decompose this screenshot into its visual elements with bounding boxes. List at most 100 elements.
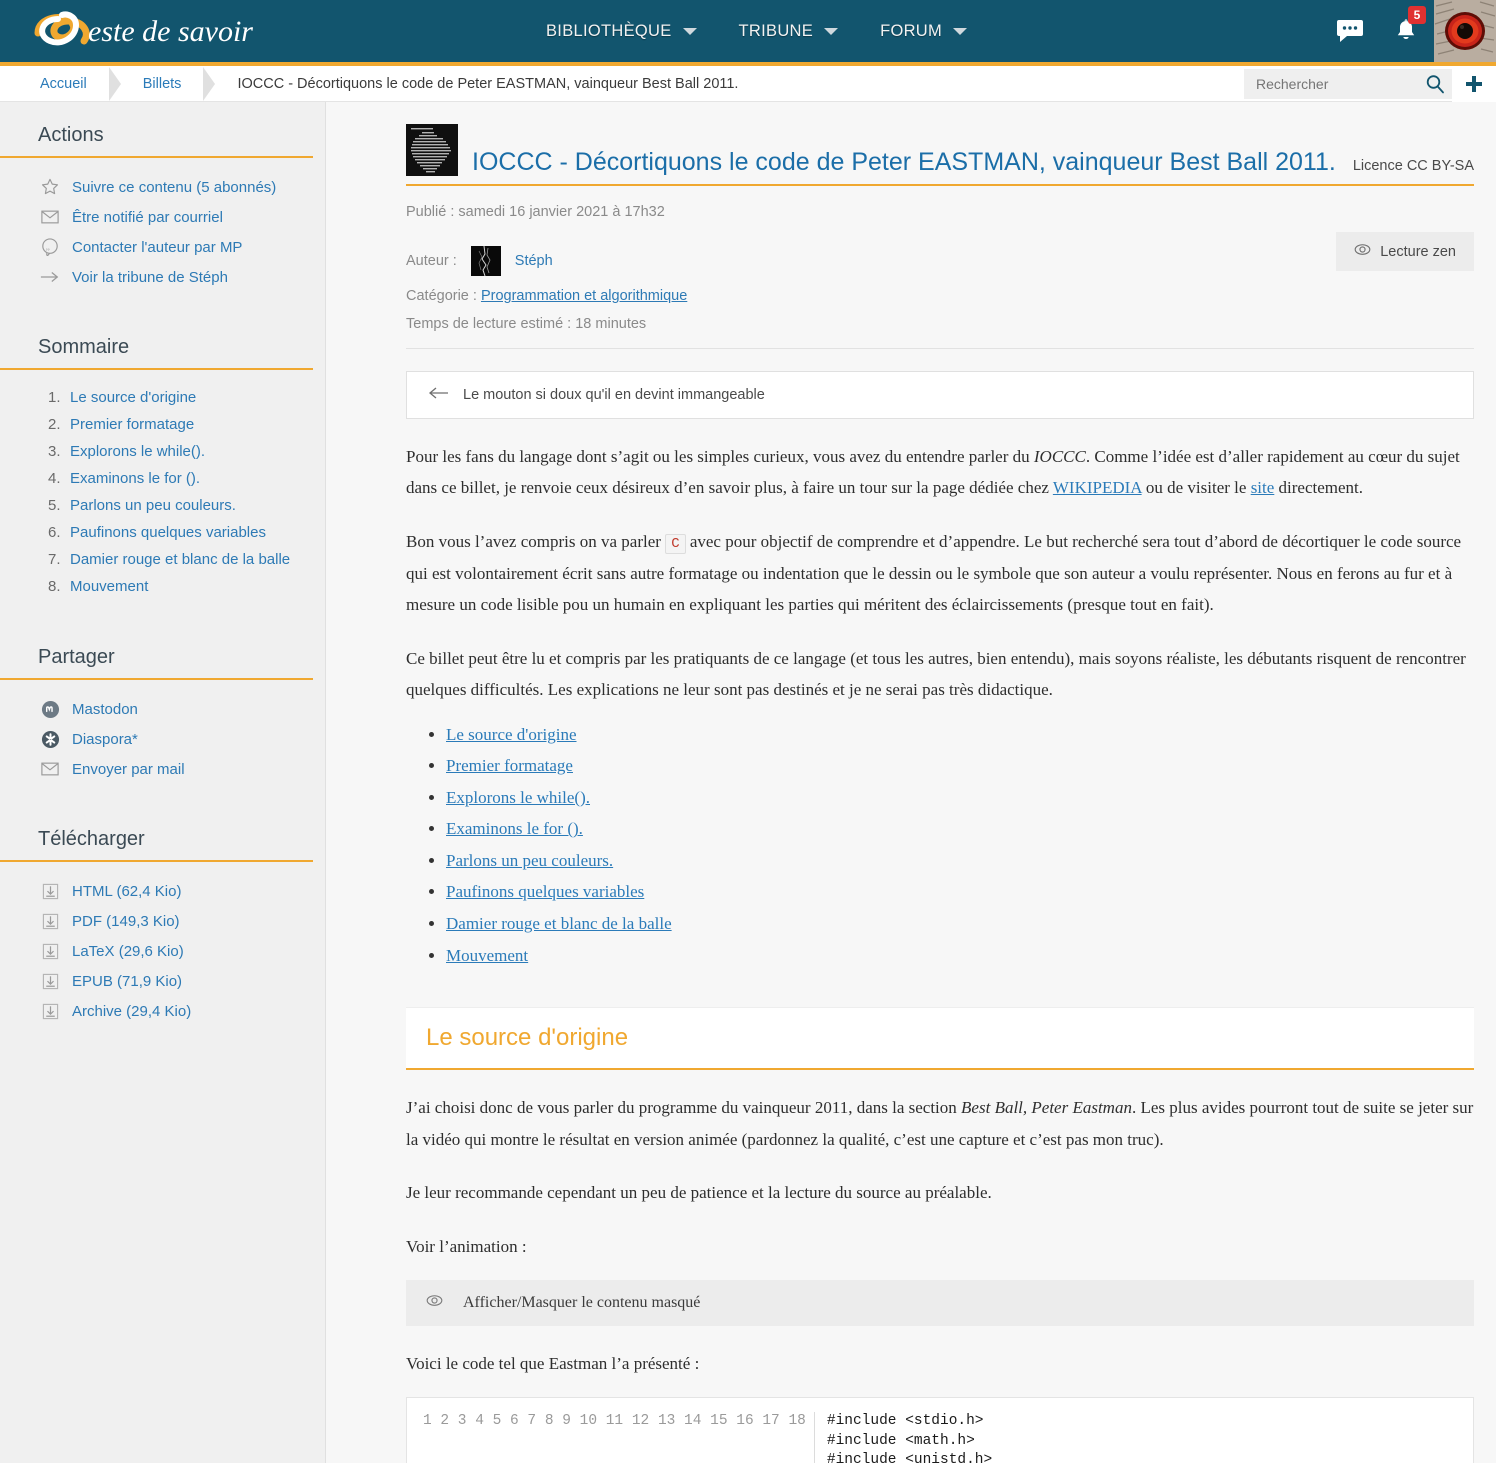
star-icon: [40, 177, 60, 197]
zen-reading-button[interactable]: Lecture zen: [1336, 232, 1474, 271]
sidebar-item-diaspora[interactable]: Diaspora*: [0, 724, 325, 754]
sidebar-item-label: Diaspora*: [72, 730, 138, 748]
toc-link[interactable]: Parlons un peu couleurs.: [446, 851, 613, 870]
summary-item[interactable]: Paufinons quelques variables: [0, 519, 325, 546]
search-area: [1244, 66, 1496, 102]
sidebar-summary-list: Le source d'origine Premier formatage Ex…: [0, 370, 325, 624]
sidebar-item-suivre[interactable]: Suivre ce contenu (5 abonnés): [0, 172, 325, 202]
toc-link[interactable]: Le source d'origine: [446, 725, 577, 744]
toc-link[interactable]: Mouvement: [446, 946, 528, 965]
add-content-button[interactable]: [1452, 66, 1496, 102]
summary-item[interactable]: Premier formatage: [0, 411, 325, 438]
avatar[interactable]: [1434, 0, 1496, 62]
intro-paragraph-1: Pour les fans du langage dont s’agit ou …: [406, 441, 1474, 504]
summary-item-label: Le source d'origine: [70, 389, 197, 406]
previous-article-link[interactable]: Le mouton si doux qu'il en devint immang…: [406, 371, 1474, 419]
text-run: directement.: [1274, 478, 1364, 498]
meta-divider: [406, 348, 1474, 349]
sidebar-item-download-archive[interactable]: Archive (29,4 Kio): [0, 996, 325, 1026]
spoiler-toggle[interactable]: Afficher/Masquer le contenu masqué: [406, 1280, 1474, 1327]
main-navigation: BIBLIOTHÈQUE TRIBUNE FORUM: [546, 0, 968, 62]
sidebar-item-download-epub[interactable]: EPUB (71,9 Kio): [0, 966, 325, 996]
summary-item[interactable]: Damier rouge et blanc de la balle: [0, 546, 325, 573]
toc-link[interactable]: Damier rouge et blanc de la balle: [446, 914, 672, 933]
sidebar-item-label: PDF (149,3 Kio): [72, 912, 180, 930]
summary-item[interactable]: Explorons le while().: [0, 438, 325, 465]
page-title: IOCCC - Décortiquons le code de Peter EA…: [472, 147, 1336, 176]
toc-item: Explorons le while().: [446, 783, 1474, 814]
user-avatar-image: [1434, 0, 1496, 62]
reading-time: Temps de lecture estimé : 18 minutes: [406, 316, 647, 332]
eye-icon: [1354, 243, 1371, 260]
breadcrumb-item-accueil[interactable]: Accueil: [18, 76, 109, 92]
author-avatar[interactable]: [470, 246, 501, 276]
article-header: IOCCC - Décortiquons le code de Peter EA…: [406, 124, 1474, 186]
summary-item-label: Parlons un peu couleurs.: [70, 497, 236, 514]
envelope-icon: [40, 207, 60, 227]
breadcrumb-separator-icon: [108, 66, 121, 101]
header-icon-group: 5: [1322, 0, 1496, 62]
sidebar-item-label: Archive (29,4 Kio): [72, 1002, 192, 1020]
toc-item: Premier formatage: [446, 751, 1474, 782]
section1-paragraph-1: J’ai choisi donc de vous parler du progr…: [406, 1092, 1474, 1155]
toc-link[interactable]: Examinons le for ().: [446, 819, 583, 838]
summary-item-label: Examinons le for ().: [70, 470, 201, 487]
page-layout: Actions Suivre ce contenu (5 abonnés) Êt…: [0, 102, 1496, 1463]
toc-link[interactable]: Explorons le while().: [446, 788, 590, 807]
download-icon: [40, 971, 60, 991]
toc-item: Paufinons quelques variables: [446, 877, 1474, 908]
search-button[interactable]: [1420, 70, 1450, 98]
summary-item[interactable]: Parlons un peu couleurs.: [0, 492, 325, 519]
nav-item-forum[interactable]: FORUM: [880, 22, 968, 41]
sidebar-item-voir-tribune[interactable]: Voir la tribune de Stéph: [0, 262, 325, 292]
messages-button[interactable]: [1322, 0, 1378, 62]
summary-item-label: Paufinons quelques variables: [70, 524, 266, 541]
zen-reading-label: Lecture zen: [1380, 243, 1456, 260]
sidebar-section-title-telecharger: Télécharger: [0, 806, 313, 862]
sidebar-item-contacter-mp[interactable]: ,, Contacter l'auteur par MP: [0, 232, 325, 262]
code-block: 1 2 3 4 5 6 7 8 9 10 11 12 13 14 15 16 1…: [406, 1397, 1474, 1463]
site-logo[interactable]: este de savoir: [28, 6, 278, 56]
author-label: Auteur :: [406, 253, 457, 269]
nav-item-tribune[interactable]: TRIBUNE: [739, 22, 839, 41]
category-label: Catégorie :: [406, 288, 477, 304]
sidebar-item-label: Mastodon: [72, 700, 138, 718]
summary-item[interactable]: Examinons le for ().: [0, 465, 325, 492]
eye-icon: [426, 1294, 443, 1312]
toc-item: Examinons le for ().: [446, 814, 1474, 845]
text-em: Best Ball, Peter Eastman: [961, 1098, 1132, 1118]
article-toc-list: Le source d'origine Premier formatage Ex…: [406, 720, 1474, 972]
sidebar-item-envoyer-mail[interactable]: Envoyer par mail: [0, 754, 325, 784]
summary-item-label: Premier formatage: [70, 416, 195, 433]
wikipedia-link[interactable]: WIKIPEDIA: [1053, 478, 1142, 497]
nav-item-bibliotheque[interactable]: BIBLIOTHÈQUE: [546, 22, 697, 41]
breadcrumb-item-billets[interactable]: Billets: [121, 76, 204, 92]
sidebar-item-label: Contacter l'auteur par MP: [72, 238, 243, 256]
toc-item: Le source d'origine: [446, 720, 1474, 751]
sidebar-item-label: Voir la tribune de Stéph: [72, 268, 228, 286]
sidebar-item-download-pdf[interactable]: PDF (149,3 Kio): [0, 906, 325, 936]
sidebar-item-mastodon[interactable]: Mastodon: [0, 694, 325, 724]
sidebar-item-notif-courriel[interactable]: Être notifié par courriel: [0, 202, 325, 232]
sidebar-item-label: Être notifié par courriel: [72, 208, 223, 226]
breadcrumb-separator-icon: [203, 66, 216, 101]
category-link[interactable]: Programmation et algorithmique: [481, 288, 687, 304]
toc-link[interactable]: Paufinons quelques variables: [446, 882, 644, 901]
arrow-left-icon: [427, 386, 449, 404]
site-link[interactable]: site: [1251, 478, 1275, 497]
sidebar-download-list: HTML (62,4 Kio) PDF (149,3 Kio) LaTeX (2…: [0, 862, 325, 1048]
sidebar-item-download-html[interactable]: HTML (62,4 Kio): [0, 876, 325, 906]
author-name[interactable]: Stéph: [515, 253, 553, 269]
summary-item[interactable]: Le source d'origine: [0, 384, 325, 411]
sidebar-item-download-latex[interactable]: LaTeX (29,6 Kio): [0, 936, 325, 966]
toc-link[interactable]: Premier formatage: [446, 756, 573, 775]
code-content[interactable]: #include <stdio.h> #include <math.h> #in…: [815, 1412, 1140, 1463]
notifications-button[interactable]: 5: [1378, 0, 1434, 62]
section-header-1: Le source d'origine: [406, 1007, 1474, 1071]
toc-item: Mouvement: [446, 941, 1474, 972]
summary-item[interactable]: Mouvement: [0, 573, 325, 600]
download-icon: [40, 881, 60, 901]
nav-label: BIBLIOTHÈQUE: [546, 21, 672, 40]
mastodon-icon: [40, 699, 60, 719]
download-icon: [40, 911, 60, 931]
